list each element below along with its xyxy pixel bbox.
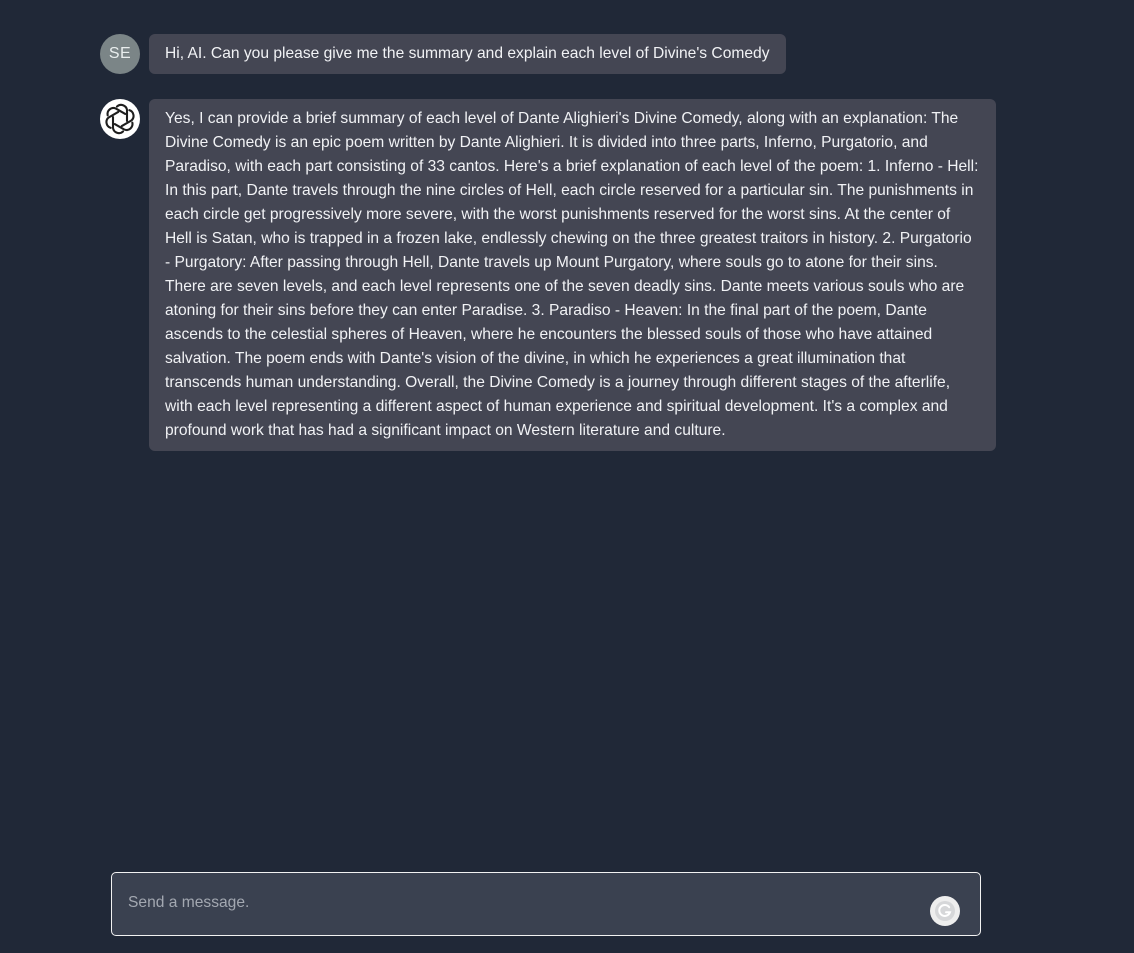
assistant-message-row: Yes, I can provide a brief summary of ea… bbox=[100, 99, 996, 451]
user-message-row: SE Hi, AI. Can you please give me the su… bbox=[100, 34, 786, 74]
assistant-message-bubble: Yes, I can provide a brief summary of ea… bbox=[149, 99, 996, 451]
user-avatar: SE bbox=[100, 34, 140, 74]
grammarly-g-icon[interactable] bbox=[930, 896, 960, 926]
grammarly-g-svg bbox=[935, 901, 955, 921]
message-composer bbox=[111, 872, 981, 936]
message-input[interactable] bbox=[128, 885, 918, 921]
openai-logo-icon bbox=[100, 99, 140, 139]
openai-logo-svg bbox=[105, 103, 135, 135]
chat-thread: SE Hi, AI. Can you please give me the su… bbox=[0, 0, 1134, 860]
user-message-bubble: Hi, AI. Can you please give me the summa… bbox=[149, 34, 786, 74]
